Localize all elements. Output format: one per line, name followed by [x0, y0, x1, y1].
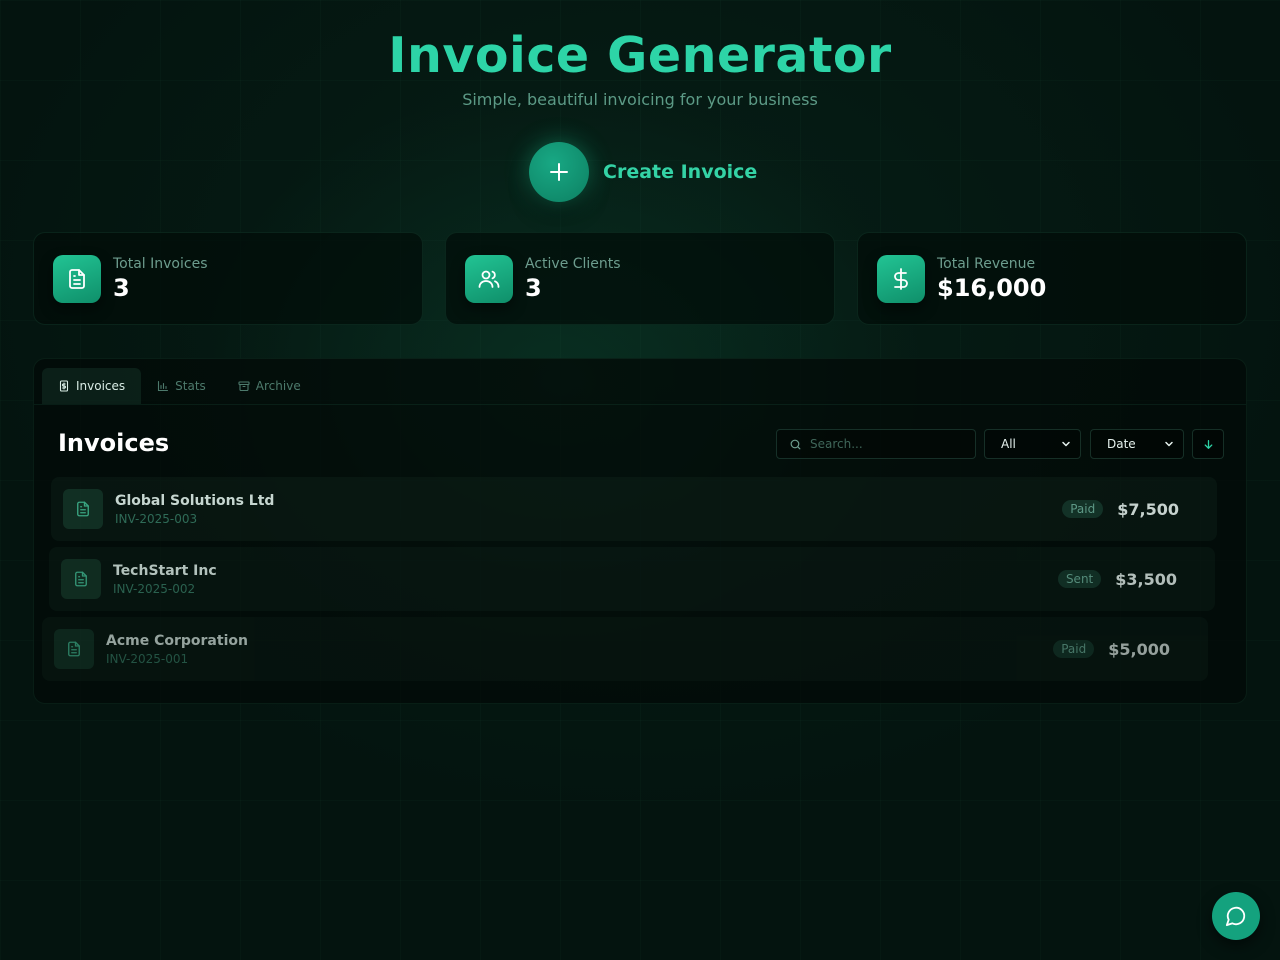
status-badge: Paid [1053, 640, 1095, 658]
invoice-row[interactable]: Acme Corporation INV-2025-001 Paid $5,00… [42, 617, 1208, 681]
invoice-amount: $3,500 [1115, 569, 1177, 589]
stat-label: Active Clients [525, 255, 621, 272]
invoice-number: INV-2025-003 [115, 511, 198, 526]
status-filter-value: All [1001, 437, 1016, 451]
invoice-row[interactable]: TechStart Inc INV-2025-002 Sent $3,500 [49, 547, 1215, 611]
list-title: Invoices [58, 429, 170, 457]
search-box[interactable] [776, 429, 976, 459]
create-invoice-label[interactable]: Create Invoice [603, 161, 757, 183]
search-icon [790, 439, 801, 449]
search-input[interactable] [810, 437, 960, 451]
chevron-down-icon [1062, 441, 1070, 447]
sort-field-select[interactable]: Date [1090, 429, 1184, 459]
stat-label: Total Invoices [113, 255, 208, 272]
stats-row: Total Invoices 3 Active Clients 3 Total … [33, 232, 1247, 325]
list-toolbar: Invoices All Date [34, 405, 1246, 485]
arrow-down-icon [1204, 439, 1212, 449]
chevron-down-icon [1165, 441, 1173, 447]
archive-icon [238, 381, 250, 392]
invoices-panel: Invoices Stats Archive Invoices All Date [33, 358, 1247, 704]
tab-archive[interactable]: Archive [222, 368, 317, 404]
stat-card-total-revenue: Total Revenue $16,000 [857, 232, 1247, 325]
page-header: Invoice Generator Simple, beautiful invo… [0, 26, 1280, 109]
tab-label: Invoices [76, 379, 126, 393]
bar-chart-icon [158, 380, 169, 392]
invoice-file-icon [54, 629, 94, 669]
invoice-client: Acme Corporation [106, 632, 248, 649]
stat-value: $16,000 [937, 273, 1047, 302]
chat-bubble-icon [1225, 906, 1246, 927]
stat-value: 3 [113, 273, 130, 302]
invoice-client: TechStart Inc [113, 562, 217, 579]
tab-invoices[interactable]: Invoices [42, 368, 142, 404]
tab-stats[interactable]: Stats [141, 368, 222, 404]
stat-value: 3 [525, 273, 542, 302]
invoice-row[interactable]: Global Solutions Ltd INV-2025-003 Paid $… [51, 477, 1217, 541]
tab-label: Archive [255, 379, 301, 393]
invoice-number: INV-2025-001 [106, 651, 189, 666]
plus-icon[interactable] [529, 142, 589, 202]
stat-card-active-clients: Active Clients 3 [445, 232, 835, 325]
page-title: Invoice Generator [388, 27, 892, 84]
invoice-amount: $5,000 [1108, 639, 1170, 659]
page-subtitle: Simple, beautiful invoicing for your bus… [462, 90, 818, 109]
sort-field-value: Date [1107, 437, 1136, 451]
stat-card-total-invoices: Total Invoices 3 [33, 232, 423, 325]
stat-label: Total Revenue [937, 255, 1036, 272]
invoice-number: INV-2025-002 [113, 581, 196, 596]
tab-label: Stats [175, 379, 206, 393]
invoice-file-icon [61, 559, 101, 599]
status-badge: Sent [1057, 570, 1102, 588]
users-icon [465, 254, 513, 303]
sort-direction-button[interactable] [1192, 429, 1224, 459]
invoice-client: Global Solutions Ltd [115, 492, 275, 509]
tab-bar: Invoices Stats Archive [34, 359, 1246, 405]
invoice-file-icon [63, 489, 103, 529]
status-badge: Paid [1062, 500, 1104, 518]
dollar-icon [877, 254, 925, 303]
invoice-amount: $7,500 [1117, 499, 1179, 519]
invoice-icon [59, 380, 69, 392]
chat-button[interactable] [1212, 892, 1260, 940]
document-icon [53, 254, 101, 303]
create-invoice-button[interactable]: Create Invoice [529, 142, 757, 202]
status-filter-select[interactable]: All [984, 429, 1081, 459]
